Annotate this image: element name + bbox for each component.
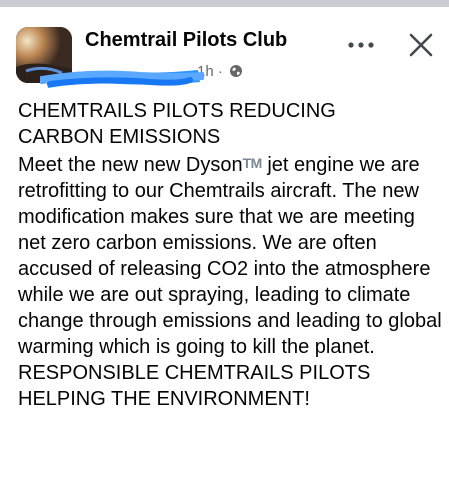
post-closing: RESPONSIBLE CHEMTRAILS PILOTS HELPING TH… [18, 360, 443, 412]
more-options-icon[interactable] [343, 35, 379, 55]
meta-separator: · [217, 63, 223, 80]
closing-line-1: RESPONSIBLE CHEMTRAILS PILOTS [18, 362, 371, 384]
author-name[interactable]: redacted [85, 61, 197, 83]
post-time[interactable]: 1h · [197, 63, 243, 80]
top-divider [0, 0, 449, 7]
post-meta: redacted 1h · [85, 61, 265, 85]
close-icon[interactable] [405, 29, 437, 61]
group-name[interactable]: Chemtrail Pilots Club [85, 29, 287, 52]
group-avatar[interactable] [16, 27, 72, 83]
headline-line-2: CARBON EMISSIONS [18, 126, 221, 148]
closing-line-2: HELPING THE ENVIRONMENT! [18, 388, 310, 410]
body-text-part-2: jet engine we are retrofitting to our Ch… [18, 154, 442, 358]
post-body: Meet the new new DysonTM jet engine we a… [18, 150, 443, 360]
post-content: CHEMTRAILS PILOTS REDUCING CARBON EMISSI… [18, 98, 443, 412]
post-headline: CHEMTRAILS PILOTS REDUCING CARBON EMISSI… [18, 98, 443, 150]
avatar-image [16, 27, 72, 83]
post-time-label: 1h [197, 63, 214, 80]
trademark-symbol: TM [242, 155, 263, 171]
globe-icon [230, 65, 243, 77]
headline-line-1: CHEMTRAILS PILOTS REDUCING [18, 100, 336, 122]
body-text-part-1: Meet the new new Dyson [18, 154, 243, 176]
post-header: Chemtrail Pilots Club redacted 1h · [0, 7, 449, 93]
